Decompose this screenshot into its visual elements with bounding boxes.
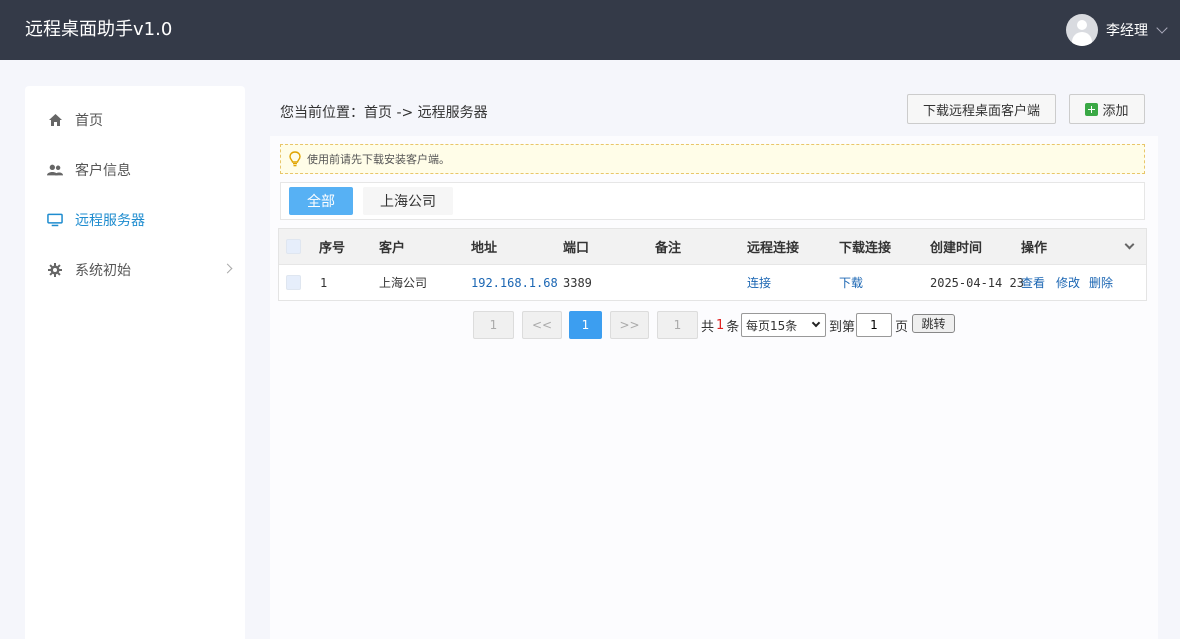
- total-suffix: 条: [726, 319, 740, 335]
- page-size-select[interactable]: 每页15条: [741, 313, 826, 337]
- content-panel: 使用前请先下载安装客户端。 全部 上海公司 序号 客户 地址 端口 备注 远程连…: [270, 136, 1158, 639]
- add-button-label: 添加: [1102, 103, 1129, 119]
- sidebar-item-system-init[interactable]: 系统初始: [25, 250, 245, 290]
- sidebar: 首页 客户信息 远程服务器 系统初始: [25, 86, 245, 639]
- select-all-checkbox[interactable]: [286, 229, 301, 264]
- total-count: 共1条: [701, 311, 739, 339]
- col-header: 创建时间: [930, 241, 983, 256]
- sidebar-item-customers[interactable]: 客户信息: [25, 150, 245, 190]
- table-header: 序号 客户 地址 端口 备注 远程连接 下载连接 创建时间 操作: [279, 229, 1146, 265]
- page-size-value: 每页15条: [746, 318, 798, 333]
- next-page-button[interactable]: >>: [610, 311, 649, 339]
- sidebar-item-home[interactable]: 首页: [25, 100, 245, 140]
- sidebar-item-label: 首页: [75, 113, 103, 129]
- sidebar-item-remote-servers[interactable]: 远程服务器: [25, 200, 245, 240]
- chevron-down-icon[interactable]: [1124, 239, 1135, 250]
- filter-tab-shanghai[interactable]: 上海公司: [363, 187, 453, 215]
- col-header: 客户: [379, 241, 406, 256]
- total-prefix: 共: [701, 319, 715, 335]
- pagination: 1 << 1 >> 1 共1条 每页15条 到第 页 跳转: [270, 311, 1158, 339]
- row-checkbox[interactable]: [286, 265, 301, 300]
- col-header: 远程连接: [747, 241, 800, 256]
- col-header: 端口: [563, 241, 590, 256]
- row-port: 3389: [563, 275, 592, 290]
- user-menu[interactable]: 李经理: [1066, 14, 1168, 46]
- row-customer: 上海公司: [379, 276, 428, 290]
- sidebar-item-label: 客户信息: [75, 163, 131, 179]
- plus-icon: [1085, 102, 1099, 116]
- top-header: 远程桌面助手v1.0 李经理: [0, 0, 1180, 60]
- home-icon: [47, 112, 63, 128]
- sidebar-item-label: 系统初始: [75, 263, 131, 279]
- edit-link[interactable]: 修改: [1056, 265, 1080, 300]
- current-page-button[interactable]: 1: [569, 311, 602, 339]
- total-value: 1: [716, 317, 725, 333]
- col-header: 操作: [1021, 241, 1048, 256]
- jump-button[interactable]: 跳转: [912, 314, 955, 333]
- sidebar-item-label: 远程服务器: [75, 213, 145, 229]
- table-row: 1 上海公司 192.168.1.68 3389 连接 下载 2025-04-1…: [279, 265, 1146, 300]
- goto-suffix: 页: [895, 319, 909, 335]
- filter-tab-all[interactable]: 全部: [289, 187, 353, 215]
- avatar[interactable]: [1066, 14, 1098, 46]
- chevron-down-icon[interactable]: [1156, 22, 1168, 34]
- col-header: 序号: [319, 241, 346, 256]
- view-link[interactable]: 查看: [1021, 265, 1045, 300]
- main-content: 您当前位置：首页 -> 远程服务器 下载远程桌面客户端 添加 使用前请先下载安装…: [270, 86, 1158, 639]
- breadcrumb: 您当前位置：首页 -> 远程服务器: [280, 105, 488, 121]
- lightbulb-icon: [289, 151, 301, 167]
- col-header: 下载连接: [839, 241, 892, 256]
- monitor-icon: [47, 212, 63, 228]
- col-header: 备注: [655, 241, 682, 256]
- row-no: 1: [320, 275, 328, 290]
- col-header: 地址: [471, 241, 498, 256]
- prev-page-button[interactable]: <<: [522, 311, 562, 339]
- users-icon: [47, 162, 63, 178]
- goto-prefix: 到第: [829, 319, 856, 335]
- user-name[interactable]: 李经理: [1106, 20, 1148, 40]
- chevron-down-icon: [811, 318, 821, 328]
- filter-bar: 全部 上海公司: [280, 182, 1145, 220]
- row-created-time: 2025-04-14 23: [930, 275, 1024, 290]
- app-title: 远程桌面助手v1.0: [25, 19, 173, 40]
- add-button[interactable]: 添加: [1069, 94, 1145, 124]
- delete-link[interactable]: 删除: [1089, 265, 1113, 300]
- chevron-right-icon: [222, 263, 233, 274]
- first-page-button[interactable]: 1: [473, 311, 514, 339]
- notice-text: 使用前请先下载安装客户端。: [307, 153, 450, 166]
- gear-icon: [47, 262, 63, 278]
- download-client-button[interactable]: 下载远程桌面客户端: [907, 94, 1056, 124]
- download-link[interactable]: 下载: [839, 265, 863, 300]
- goto-page-input[interactable]: [856, 313, 892, 337]
- connect-link[interactable]: 连接: [747, 265, 771, 300]
- server-table: 序号 客户 地址 端口 备注 远程连接 下载连接 创建时间 操作 1 上海公司 …: [278, 228, 1147, 301]
- row-address-link[interactable]: 192.168.1.68: [471, 265, 558, 300]
- column-toggle[interactable]: [1124, 229, 1135, 264]
- last-page-button[interactable]: 1: [657, 311, 698, 339]
- notice-banner: 使用前请先下载安装客户端。: [280, 144, 1145, 174]
